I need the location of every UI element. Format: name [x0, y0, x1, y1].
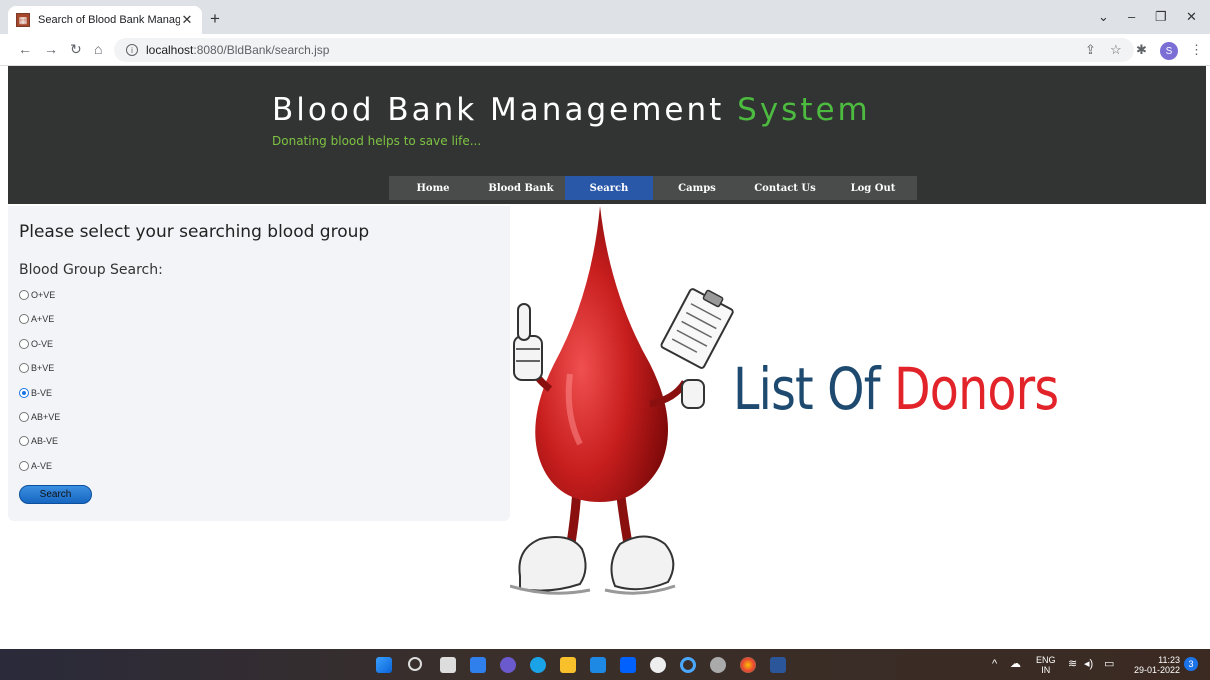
close-tab-icon[interactable]: ✕ — [180, 12, 194, 28]
menu-item-camps[interactable]: Camps — [653, 176, 741, 200]
radio-label: A-VE — [31, 461, 53, 471]
search-panel: Please select your searching blood group… — [8, 206, 510, 521]
menu-item-search[interactable]: Search — [565, 176, 653, 200]
banner-text-list-of: List Of — [733, 355, 881, 423]
file-explorer-icon[interactable] — [560, 657, 576, 673]
battery-icon[interactable]: ▭ — [1104, 659, 1114, 670]
browser-tab-bar: ▦ Search of Blood Bank Manageme ✕ + ⌄ – … — [0, 0, 1210, 34]
banner-text-donors: Donors — [894, 355, 1059, 423]
search-icon[interactable] — [408, 657, 422, 671]
radio-option[interactable]: B-VE — [19, 388, 52, 398]
radio-option[interactable]: A+VE — [19, 314, 54, 324]
browser-menu-icon[interactable]: ⋮ — [1190, 42, 1203, 58]
edge-icon[interactable] — [530, 657, 546, 673]
browser-toolbar: ← → ↻ ⌂ i localhost:8080/BldBank/search.… — [0, 34, 1210, 66]
list-of-donors-banner: List Of Donors — [733, 355, 1059, 423]
chat-icon[interactable] — [500, 657, 516, 673]
search-heading: Please select your searching blood group — [19, 222, 370, 242]
tray-chevron-icon[interactable]: ^ — [992, 659, 997, 670]
clock[interactable]: 11:23 29-01-2022 — [1128, 655, 1180, 675]
wifi-icon[interactable]: ≋ — [1068, 659, 1077, 670]
task-view-icon[interactable] — [440, 657, 456, 673]
tab-search-icon[interactable]: ⌄ — [1098, 9, 1109, 25]
word-icon[interactable] — [770, 657, 786, 673]
radio-option[interactable]: A-VE — [19, 461, 52, 471]
lang-region: IN — [1041, 665, 1051, 675]
minimize-icon[interactable]: – — [1128, 9, 1135, 24]
site-title-main: Blood Bank Management — [272, 92, 725, 128]
windows-start-icon[interactable] — [376, 657, 392, 673]
dropbox-icon[interactable] — [620, 657, 636, 673]
bookmark-star-icon[interactable]: ☆ — [1110, 42, 1122, 58]
radio-label: AB+VE — [31, 412, 61, 422]
notification-badge[interactable]: 3 — [1184, 657, 1198, 671]
home-icon[interactable]: ⌂ — [94, 41, 102, 57]
widgets-icon[interactable] — [470, 657, 486, 673]
radio-button[interactable] — [19, 339, 29, 349]
menu-item-log-out[interactable]: Log Out — [829, 176, 917, 200]
radio-button-selected[interactable] — [19, 388, 29, 398]
forward-icon[interactable]: → — [44, 41, 58, 57]
reload-icon[interactable]: ↻ — [70, 41, 82, 58]
site-tagline: Donating blood helps to save life... — [272, 134, 482, 148]
radio-option[interactable]: O+VE — [19, 290, 55, 300]
chrome-icon[interactable] — [740, 657, 756, 673]
lang-code: ENG — [1036, 655, 1056, 665]
radio-button[interactable] — [19, 290, 29, 300]
address-bar[interactable]: i localhost:8080/BldBank/search.jsp — [114, 38, 1134, 62]
radio-label: A+VE — [31, 314, 55, 324]
radio-button[interactable] — [19, 412, 29, 422]
back-icon[interactable]: ← — [18, 41, 32, 57]
radio-option[interactable]: O-VE — [19, 339, 53, 349]
onedrive-icon[interactable]: ☁ — [1010, 659, 1021, 670]
radio-label: B+VE — [31, 363, 55, 373]
github-icon[interactable] — [650, 657, 666, 673]
radio-button[interactable] — [19, 461, 29, 471]
radio-option[interactable]: B+VE — [19, 363, 54, 373]
url-host: localhost — [146, 43, 194, 57]
blood-group-label: Blood Group Search: — [19, 262, 163, 278]
radio-label: O+VE — [31, 290, 56, 300]
favicon-icon: ▦ — [16, 13, 30, 27]
radio-option[interactable]: AB-VE — [19, 436, 58, 446]
menu-item-contact-us[interactable]: Contact Us — [741, 176, 829, 200]
site-header: Blood Bank Management System Donating bl… — [8, 66, 1206, 204]
clock-date: 29-01-2022 — [1133, 665, 1180, 675]
main-menu: Home Blood Bank Search Camps Contact Us … — [389, 176, 917, 200]
settings-icon[interactable] — [710, 657, 726, 673]
share-icon[interactable]: ⇪ — [1085, 42, 1096, 58]
radio-button[interactable] — [19, 436, 29, 446]
radio-label: O-VE — [31, 339, 54, 349]
language-indicator[interactable]: ENG IN — [1036, 655, 1056, 675]
volume-icon[interactable]: ◂) — [1084, 659, 1093, 670]
new-tab-button[interactable]: + — [210, 9, 220, 29]
url-path: :8080/BldBank/search.jsp — [193, 43, 330, 57]
site-title: Blood Bank Management System — [272, 92, 871, 128]
profile-avatar[interactable]: S — [1160, 42, 1178, 60]
radio-option[interactable]: AB+VE — [19, 412, 60, 422]
menu-item-blood-bank[interactable]: Blood Bank — [477, 176, 565, 200]
cortana-icon[interactable] — [680, 657, 696, 673]
extensions-icon[interactable]: ✱ — [1136, 42, 1147, 58]
search-button[interactable]: Search — [19, 485, 92, 504]
clock-time: 11:23 — [1158, 655, 1180, 665]
radio-button[interactable] — [19, 363, 29, 373]
radio-label: AB-VE — [31, 436, 59, 446]
browser-tab[interactable]: ▦ Search of Blood Bank Manageme ✕ — [8, 6, 202, 34]
radio-button[interactable] — [19, 314, 29, 324]
maximize-icon[interactable]: ❐ — [1155, 9, 1167, 25]
close-window-icon[interactable]: ✕ — [1186, 9, 1197, 25]
tab-title: Search of Blood Bank Manageme — [38, 14, 180, 26]
site-info-icon[interactable]: i — [126, 44, 138, 56]
site-title-accent: System — [737, 92, 871, 128]
menu-item-home[interactable]: Home — [389, 176, 477, 200]
os-taskbar: ^ ☁ ENG IN ≋ ◂) ▭ 11:23 29-01-2022 3 — [0, 649, 1210, 680]
radio-label: B-VE — [31, 388, 53, 398]
mail-icon[interactable] — [590, 657, 606, 673]
